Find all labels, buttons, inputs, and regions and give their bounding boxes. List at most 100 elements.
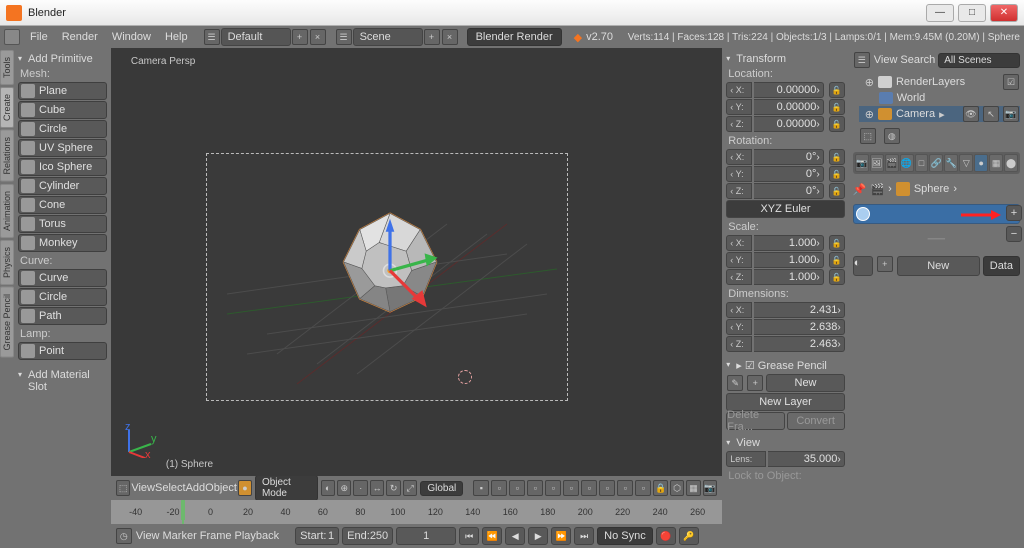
material-browse-icon[interactable]: ◐ — [853, 256, 873, 276]
lock-camera-button[interactable]: 🔒 — [653, 480, 667, 496]
rot-x-field[interactable]: 0° › — [754, 149, 823, 165]
current-frame-field[interactable]: 1 — [396, 527, 456, 545]
play-reverse-button[interactable]: ◀ — [505, 527, 525, 545]
mat-grip-icon[interactable]: ⸺ — [853, 230, 1020, 246]
layer-buttons[interactable]: ▪▫▫▫▫ ▫▫▫▫▫ — [472, 480, 652, 496]
scale-x-lock[interactable]: 🔓 — [829, 235, 845, 251]
restrict-render-toggle[interactable]: 📷 — [1003, 106, 1019, 122]
add-material-slot-button[interactable]: + — [1006, 205, 1022, 221]
lens-field[interactable]: 35.000 › — [768, 451, 844, 467]
keyframe-prev-button[interactable]: ⏪ — [482, 527, 502, 545]
vp-menu-object[interactable]: Object — [205, 482, 237, 494]
menu-render[interactable]: Render — [55, 29, 105, 45]
render-preview-button[interactable]: 📷 — [703, 480, 717, 496]
manipulator-translate-button[interactable]: ↔ — [370, 480, 384, 496]
play-button[interactable]: ▶ — [528, 527, 548, 545]
transform-panel-header[interactable]: Transform — [726, 50, 844, 66]
gp-add-icon[interactable]: + — [747, 375, 763, 391]
window-maximize-button[interactable]: □ — [958, 4, 986, 22]
prop-tab-renderlayers[interactable]: 🖼 — [870, 154, 884, 172]
interaction-mode-dropdown[interactable]: Object Mode — [255, 475, 318, 501]
jump-to-start-button[interactable]: ⏮ — [459, 527, 479, 545]
add-cylinder-button[interactable]: Cylinder — [18, 177, 107, 195]
restrict-view-toggle[interactable]: 👁 — [963, 106, 979, 122]
tl-menu-frame[interactable]: Frame — [200, 530, 232, 542]
3d-cursor[interactable] — [458, 370, 472, 384]
prop-tab-modifiers[interactable]: 🔧 — [944, 154, 958, 172]
material-slot[interactable] — [853, 204, 1020, 224]
gp-convert-button[interactable]: Convert — [787, 412, 845, 430]
prop-tab-object[interactable]: □ — [915, 154, 929, 172]
vp-menu-add[interactable]: Add — [186, 482, 206, 494]
sync-mode-dropdown[interactable]: No Sync — [597, 527, 653, 545]
frame-start-field[interactable]: Start:1 — [295, 527, 339, 545]
material-new-button[interactable]: New — [897, 256, 980, 276]
add-torus-button[interactable]: Torus — [18, 215, 107, 233]
timeline-editor-type-icon[interactable]: ◷ — [116, 528, 132, 544]
pivot-point-button[interactable]: ⊕ — [337, 480, 351, 496]
add-path-button[interactable]: Path — [18, 307, 107, 325]
rot-y-lock[interactable]: 🔓 — [829, 166, 845, 182]
rot-y-field[interactable]: 0° › — [754, 166, 823, 182]
window-minimize-button[interactable]: — — [926, 4, 954, 22]
scale-x-field[interactable]: 1.000 › — [754, 235, 823, 251]
viewport-editor-type-icon[interactable]: ⬚ — [116, 480, 130, 496]
window-close-button[interactable]: ✕ — [990, 4, 1018, 22]
grease-pencil-panel-header[interactable]: ▸ ☑ Grease Pencil — [726, 356, 844, 373]
add-curve-button[interactable]: Curve — [18, 269, 107, 287]
add-monkey-button[interactable]: Monkey — [18, 234, 107, 252]
add-curve-circle-button[interactable]: Circle — [18, 288, 107, 306]
tl-menu-playback[interactable]: Playback — [235, 530, 280, 542]
outliner-menu-view[interactable]: View — [874, 54, 898, 66]
pin-icon[interactable]: 📌 — [853, 183, 867, 196]
pivot-toggle-button[interactable]: · — [353, 480, 367, 496]
menu-file[interactable]: File — [23, 29, 55, 45]
manipulator-scale-button[interactable]: ⤢ — [403, 480, 417, 496]
scale-z-field[interactable]: 1.000 › — [754, 269, 823, 285]
tab-animation[interactable]: Animation — [0, 184, 14, 238]
tree-row-world[interactable]: World — [859, 90, 1020, 106]
scale-y-lock[interactable]: 🔓 — [829, 252, 845, 268]
add-cube-button[interactable]: Cube — [18, 101, 107, 119]
rotation-mode-dropdown[interactable]: XYZ Euler — [726, 200, 844, 218]
scene-browse-button[interactable]: ☰ — [336, 29, 352, 45]
rot-z-field[interactable]: 0° › — [754, 183, 823, 199]
loc-y-field[interactable]: 0.00000 › — [754, 99, 823, 115]
info-editor-type-icon[interactable] — [4, 29, 20, 45]
add-point-lamp-button[interactable]: Point — [18, 342, 107, 360]
manipulator-rotate-button[interactable]: ↻ — [386, 480, 400, 496]
layout-delete-button[interactable]: × — [310, 29, 326, 45]
layout-add-button[interactable]: + — [292, 29, 308, 45]
loc-z-field[interactable]: 0.00000 › — [754, 116, 823, 132]
screen-layout-field[interactable]: Default — [221, 28, 291, 46]
tab-grease-pencil[interactable]: Grease Pencil — [0, 287, 14, 358]
vp-menu-view[interactable]: View — [131, 482, 155, 494]
dim-z-field[interactable]: 2.463 › — [754, 336, 844, 352]
prop-tab-texture[interactable]: ▦ — [989, 154, 1003, 172]
tl-menu-view[interactable]: View — [136, 530, 160, 542]
tree-row-camera[interactable]: ⊕Camera▸ 👁 ↖ 📷 — [859, 106, 1020, 122]
dim-x-field[interactable]: 2.431 › — [754, 302, 844, 318]
menu-help[interactable]: Help — [158, 29, 195, 45]
loc-z-lock[interactable]: 🔓 — [829, 116, 845, 132]
add-circle-button[interactable]: Circle — [18, 120, 107, 138]
gp-draw-icon[interactable]: ✎ — [727, 375, 743, 391]
render-engine-dropdown[interactable]: Blender Render — [467, 28, 562, 46]
keying-set-button[interactable]: 🔑 — [679, 527, 699, 545]
viewport-shading-button[interactable]: ◐ — [321, 480, 335, 496]
frame-end-field[interactable]: End:250 — [342, 527, 393, 545]
add-ico-sphere-button[interactable]: Ico Sphere — [18, 158, 107, 176]
panel-add-primitive[interactable]: Add Primitive — [18, 50, 107, 66]
tree-row-renderlayers[interactable]: ⊕RenderLayers☑ — [859, 74, 1020, 90]
prop-tab-data[interactable]: ▽ — [959, 154, 973, 172]
outliner-display-mode-dropdown[interactable]: All Scenes — [938, 53, 1020, 68]
scale-z-lock[interactable]: 🔓 — [829, 269, 845, 285]
timeline-ruler[interactable]: -40-200204060801001201401601802002202402… — [111, 500, 722, 524]
outliner-editor-type-icon[interactable]: ☰ — [854, 52, 870, 68]
restrict-select-toggle[interactable]: ↖ — [983, 106, 999, 122]
scene-name-field[interactable]: Scene — [353, 28, 423, 46]
add-plane-button[interactable]: Plane — [18, 82, 107, 100]
outliner-tree[interactable]: ⊕RenderLayers☑ World ⊕Camera▸ 👁 ↖ 📷 ⬚ ◍ — [859, 74, 1020, 144]
tab-physics[interactable]: Physics — [0, 240, 14, 285]
jump-to-end-button[interactable]: ⏭ — [574, 527, 594, 545]
